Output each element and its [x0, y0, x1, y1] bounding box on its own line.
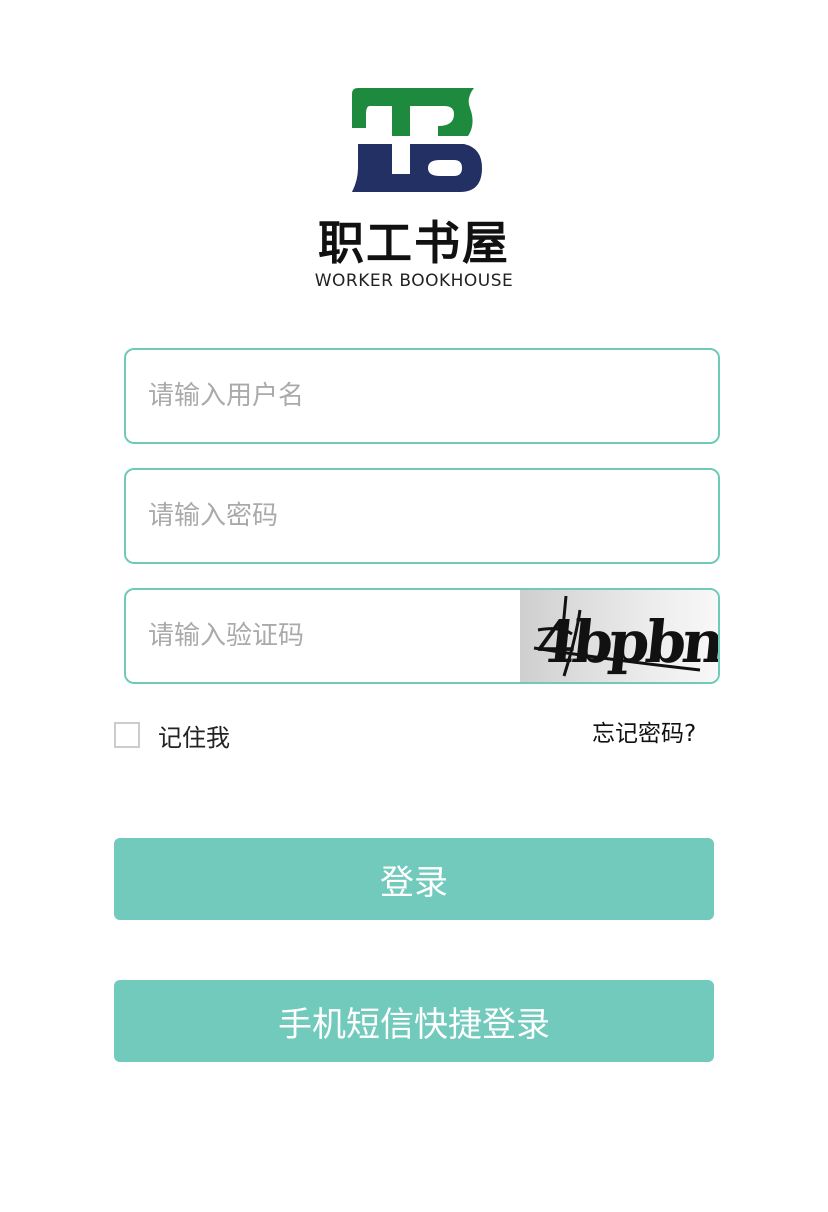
brand-name-cn: 职工书屋 [318, 216, 510, 270]
sms-login-button[interactable]: 手机短信快捷登录 [114, 980, 714, 1062]
username-field[interactable] [124, 348, 720, 444]
remember-me[interactable]: 记住我 [114, 718, 230, 752]
brand-name-en: WORKER BOOKHOUSE [314, 271, 514, 291]
remember-label: 记住我 [158, 723, 230, 752]
login-page: 职工书屋 WORKER BOOKHOUSE 4bpbn 记住我 忘记密码? 登录… [0, 0, 828, 1212]
brand-logo: 职工书屋 WORKER BOOKHOUSE [0, 84, 828, 304]
username-input[interactable] [126, 350, 718, 442]
captcha-image[interactable]: 4bpbn [520, 590, 718, 682]
captcha-field[interactable]: 4bpbn [124, 588, 720, 684]
captcha-graphic: 4bpbn [533, 595, 718, 677]
forgot-password-link[interactable]: 忘记密码? [592, 718, 696, 750]
bookhouse-logo-icon [352, 88, 482, 192]
captcha-input[interactable] [126, 590, 526, 682]
password-input[interactable] [126, 470, 718, 562]
login-button[interactable]: 登录 [114, 838, 714, 920]
remember-checkbox[interactable] [114, 722, 140, 748]
password-field[interactable] [124, 468, 720, 564]
